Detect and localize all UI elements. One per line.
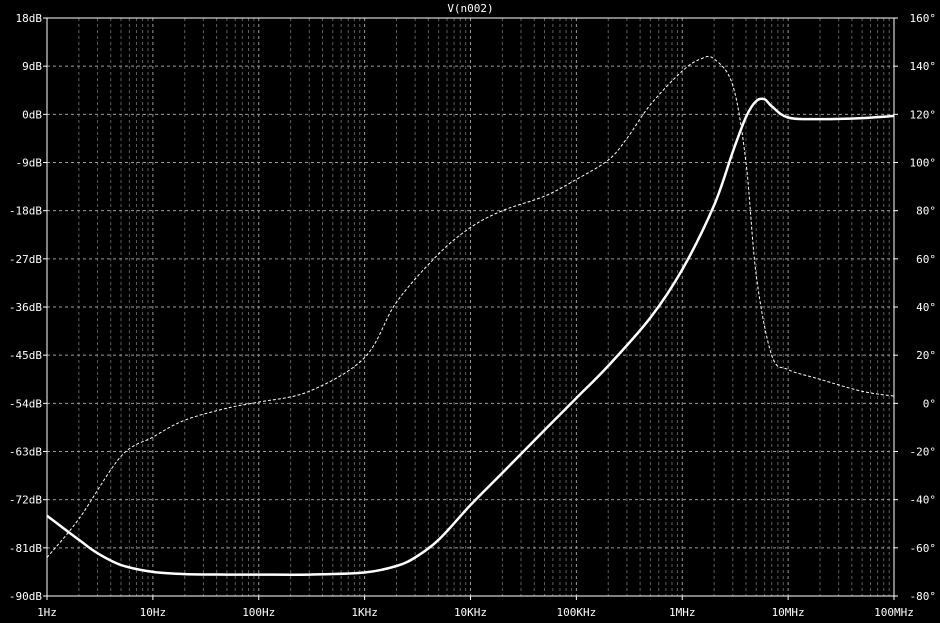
y-right-tick-label: 20° <box>916 349 936 362</box>
y-right-tick-label: 160° <box>910 12 937 25</box>
y-left-tick-label: -72dB <box>9 494 42 507</box>
y-right-tick-label: 140° <box>910 60 937 73</box>
x-tick-label: 1MHz <box>669 606 696 619</box>
y-right-tick-label: 40° <box>916 301 936 314</box>
y-left-tick-label: -90dB <box>9 590 42 603</box>
x-tick-label: 10KHz <box>454 606 487 619</box>
y-left-tick-label: -36dB <box>9 301 42 314</box>
y-right-tick-label: 80° <box>916 205 936 218</box>
y-right-tick-label: 60° <box>916 253 936 266</box>
x-tick-label: 100MHz <box>874 606 914 619</box>
y-left-tick-label: 9dB <box>22 60 42 73</box>
x-tick-label: 100Hz <box>242 606 275 619</box>
y-right-tick-label: -40° <box>910 494 937 507</box>
x-tick-label: 1KHz <box>351 606 378 619</box>
y-left-tick-label: -18dB <box>9 205 42 218</box>
y-right-tick-label: 100° <box>910 157 937 170</box>
y-left-tick-label: 18dB <box>16 12 43 25</box>
bode-plot: V(n002) 1Hz 10Hz 100Hz 1KHz 10KHz 100KHz 1MHz 1… <box>0 0 940 623</box>
y-left-tick-label: -9dB <box>16 157 43 170</box>
y-left-tick-label: -81dB <box>9 542 42 555</box>
x-tick-label: 1Hz <box>37 606 57 619</box>
y-right-tick-label: 0° <box>923 397 936 410</box>
x-tick-label: 10MHz <box>772 606 805 619</box>
y-right-tick-label: 120° <box>910 108 937 121</box>
y-left-tick-label: -63dB <box>9 446 42 459</box>
x-tick-label: 100KHz <box>557 606 597 619</box>
y-left-tick-label: 0dB <box>22 108 42 121</box>
y-left-tick-label: -54dB <box>9 397 42 410</box>
y-left-tick-label: -27dB <box>9 253 42 266</box>
y-right-tick-label: -20° <box>910 446 937 459</box>
y-left-tick-label: -45dB <box>9 349 42 362</box>
x-tick-label: 10Hz <box>140 606 167 619</box>
chart-title: V(n002) <box>447 2 493 15</box>
y-right-tick-label: -60° <box>910 542 937 555</box>
y-right-tick-label: -80° <box>910 590 937 603</box>
